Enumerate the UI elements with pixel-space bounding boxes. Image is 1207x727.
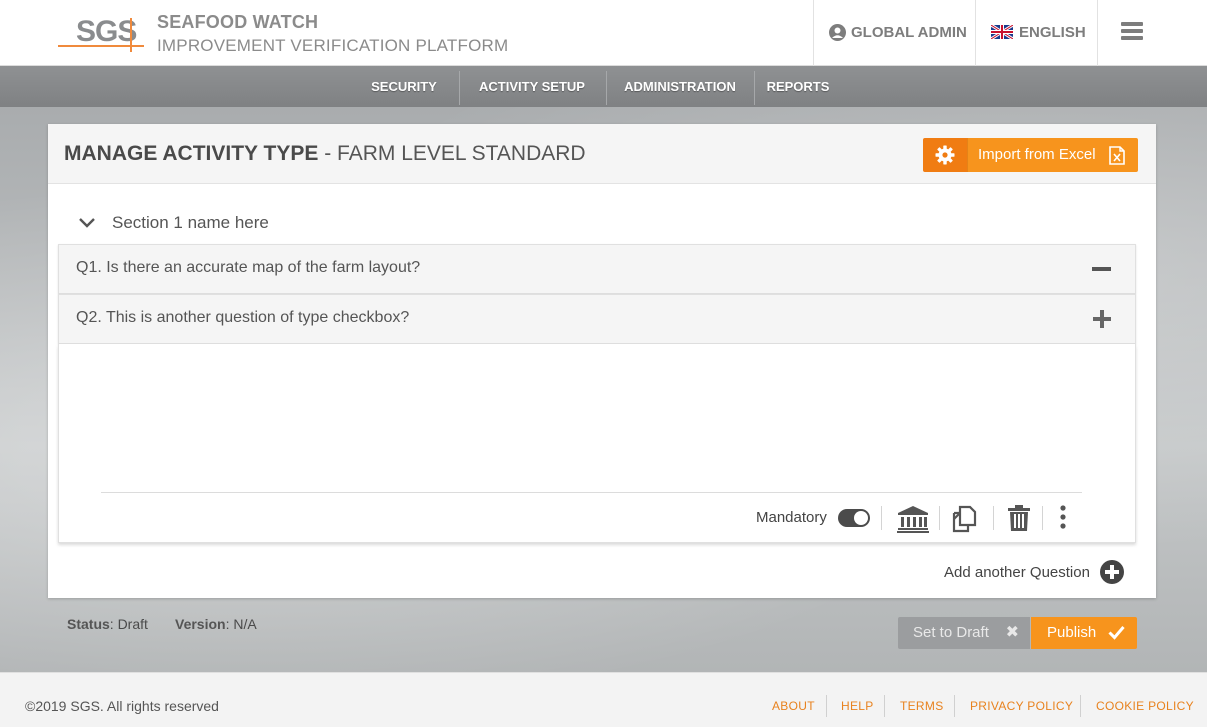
nav-item-security[interactable]: SECURITY (360, 66, 448, 107)
publish-button[interactable]: Publish (1031, 617, 1137, 649)
excel-file-icon (1109, 146, 1125, 165)
check-icon (1108, 626, 1125, 640)
divider (101, 492, 1082, 493)
footer-link-terms[interactable]: TERMS (900, 699, 944, 713)
import-from-excel-button[interactable]: Import from Excel (967, 138, 1138, 172)
mandatory-toggle[interactable] (838, 509, 870, 527)
version-value: : N/A (225, 616, 257, 632)
status-text: Status: Draft (67, 616, 148, 632)
minus-icon[interactable] (1092, 267, 1111, 271)
brand-subtitle: IMPROVEMENT VERIFICATION PLATFORM (157, 36, 509, 55)
user-circle-icon (829, 23, 846, 41)
trash-icon[interactable] (1008, 505, 1030, 531)
status-label: Status (67, 616, 110, 632)
app-header: SGS SEAFOOD WATCH IMPROVEMENT VERIFICATI… (0, 0, 1207, 66)
set-to-draft-button[interactable]: Set to Draft ✖ (898, 617, 1030, 649)
more-vertical-icon[interactable] (1060, 505, 1066, 529)
copy-icon[interactable] (951, 505, 979, 533)
uk-flag-icon (991, 25, 1013, 39)
language-selector[interactable]: ENGLISH (991, 22, 1086, 42)
question-text: Q1. Is there an accurate map of the farm… (76, 259, 421, 276)
main-nav: SECURITY ACTIVITY SETUP ADMINISTRATION R… (0, 66, 1207, 107)
footer-link-help[interactable]: HELP (841, 699, 874, 713)
settings-button[interactable] (923, 138, 967, 172)
chevron-down-icon (79, 218, 95, 228)
language-label: ENGLISH (1019, 23, 1086, 41)
publish-label: Publish (1047, 624, 1097, 641)
hamburger-icon[interactable] (1121, 22, 1143, 40)
version-text: Version: N/A (175, 616, 257, 632)
import-label: Import from Excel (978, 146, 1096, 163)
close-icon: ✖ (1005, 624, 1019, 641)
plus-icon[interactable] (1093, 310, 1111, 328)
footer-link-about[interactable]: ABOUT (772, 699, 815, 713)
copyright: ©2019 SGS. All rights reserved (25, 698, 219, 714)
page-subtitle: FARM LEVEL STANDARD (337, 142, 586, 165)
sgs-logo[interactable]: SGS (58, 14, 144, 52)
status-value: : Draft (109, 616, 148, 632)
footer: ©2019 SGS. All rights reserved ABOUT HEL… (0, 672, 1207, 727)
activity-type-panel: MANAGE ACTIVITY TYPE - FARM LEVEL STANDA… (48, 124, 1156, 598)
plus-circle-icon (1099, 560, 1124, 584)
footer-link-privacy-policy[interactable]: PRIVACY POLICY (970, 699, 1073, 713)
mandatory-label: Mandatory (756, 509, 827, 526)
nav-item-activity-setup[interactable]: ACTIVITY SETUP (466, 66, 598, 107)
question-row[interactable]: Q2. This is another question of type che… (58, 294, 1136, 344)
panel-header: MANAGE ACTIVITY TYPE - FARM LEVEL STANDA… (48, 124, 1156, 184)
question-text: Q2. This is another question of type che… (76, 309, 410, 326)
question-toolbar: Mandatory (59, 502, 1137, 534)
bank-icon[interactable] (897, 505, 929, 533)
section-name: Section 1 name here (112, 213, 269, 232)
gear-icon (935, 145, 955, 165)
nav-item-reports[interactable]: REPORTS (760, 66, 836, 107)
brand-title: SEAFOOD WATCH (157, 12, 319, 32)
question-body: Mandatory (58, 344, 1136, 543)
add-question-label: Add another Question (944, 563, 1090, 581)
add-question-button[interactable]: Add another Question (944, 560, 1124, 584)
question-row[interactable]: Q1. Is there an accurate map of the farm… (58, 244, 1136, 294)
section-header[interactable]: Section 1 name here (78, 211, 269, 235)
nav-item-administration[interactable]: ADMINISTRATION (614, 66, 746, 107)
logo-text: SGS (76, 15, 137, 48)
user-menu[interactable]: GLOBAL ADMIN (829, 22, 967, 42)
page-title: MANAGE ACTIVITY TYPE - FARM LEVEL STANDA… (64, 142, 586, 165)
footer-link-cookie-policy[interactable]: COOKIE POLICY (1096, 699, 1194, 713)
user-label: GLOBAL ADMIN (851, 23, 967, 41)
set-to-draft-label: Set to Draft (913, 624, 989, 641)
version-label: Version (175, 616, 226, 632)
